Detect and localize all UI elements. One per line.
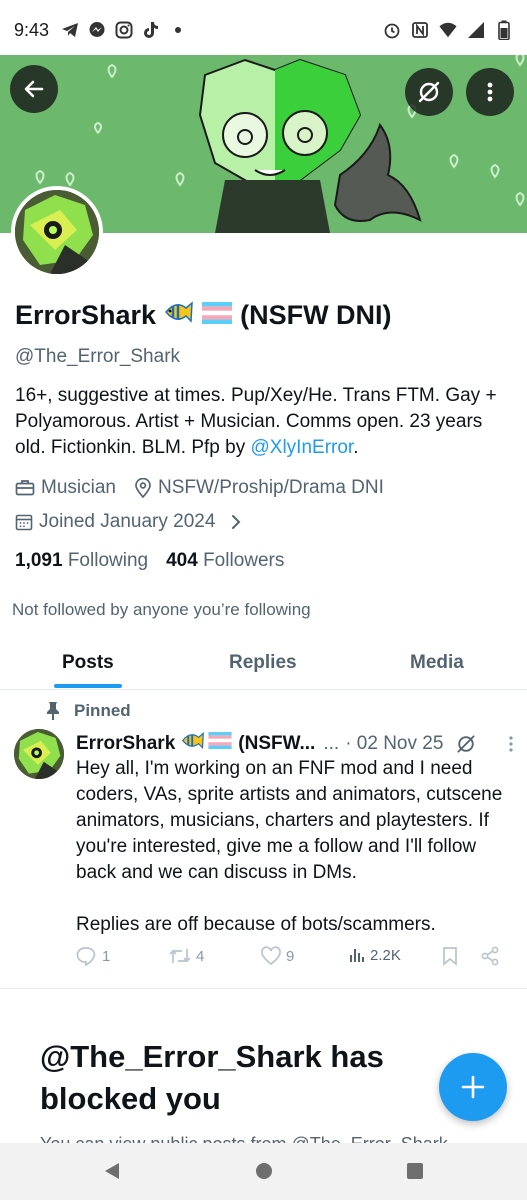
back-arrow-icon [24,80,44,98]
post-flag-emoji [208,732,232,755]
status-time: 9:43 [14,19,50,40]
location-pin-icon [135,478,151,498]
plus-icon [461,1075,485,1099]
following-count: 1,091 [15,550,63,571]
location-text: NSFW/Proship/Drama DNI [157,477,384,498]
grok-icon[interactable] [455,733,477,755]
tab-replies[interactable]: Replies [229,652,297,674]
share-button[interactable] [480,946,500,966]
calendar-icon [15,514,33,531]
grok-icon [418,81,440,103]
tab-posts[interactable]: Posts [62,652,114,674]
instagram-icon [115,21,133,39]
following-link[interactable]: 1,091 Following [15,550,148,572]
messenger-icon [88,21,106,39]
tab-media[interactable]: Media [410,652,464,674]
system-icons [383,20,513,40]
post-more-icon[interactable] [506,734,516,754]
reply-icon [76,947,96,966]
joined-text: Joined January 2024 [39,511,216,532]
grok-button[interactable] [405,68,453,116]
post-header: ErrorShark (NSFW... ... · 02 Nov 25 [76,731,516,756]
display-name-suffix: (NSFW DNI) [240,300,392,330]
briefcase-icon [15,480,35,496]
notification-icons [61,21,187,39]
following-label: Following [67,550,149,571]
heart-icon [261,946,281,966]
post-body-paragraph-2: Replies are off because of bots/scammers… [76,914,436,935]
more-vertical-icon [487,82,493,102]
bookmark-icon [443,947,457,966]
display-name-text: ErrorShark [15,300,157,330]
followers-link[interactable]: 404 Followers [166,550,284,572]
repost-count: 4 [196,947,205,965]
profile-handle: @The_Error_Shark [15,346,181,367]
status-bar: 9:43 [0,0,527,60]
tiktok-icon [142,21,160,39]
trans-flag-emoji [202,300,233,331]
bookmark-button[interactable] [441,946,459,966]
pinned-label: Pinned [44,701,131,721]
nav-back-icon [105,1163,119,1179]
nav-home-button[interactable] [252,1159,276,1183]
nav-recents-icon [407,1163,423,1179]
dot-icon [169,21,187,39]
view-count: 2.2K [370,946,401,964]
back-button[interactable] [10,65,58,113]
post-actions: 1 4 9 2.2K [76,946,506,974]
avatar-image [15,190,99,274]
repost-button[interactable]: 4 [168,946,204,966]
battery-icon [495,20,513,40]
post-author-name[interactable]: ErrorShark [76,733,175,755]
joined-row[interactable]: Joined January 2024 [15,511,243,533]
telegram-icon [61,21,79,39]
more-options-button[interactable] [466,68,514,116]
alarm-icon [383,21,401,39]
profile-display-name: ErrorShark (NSFW DNI) [15,300,392,331]
nfc-icon [411,21,429,39]
views-button[interactable]: 2.2K [348,946,401,964]
post-date: · 02 Nov 25 [345,732,444,754]
follow-counts: 1,091 Following 404 Followers [15,550,284,572]
wifi-icon [439,21,457,39]
post-fish-emoji [181,731,205,756]
bio-mention-link[interactable]: @XlyInError [251,437,354,458]
post-body-paragraph-1: Hey all, I'm working on an FNF mod and I… [76,758,503,883]
share-icon [481,946,499,966]
followers-label: Followers [203,550,285,571]
nav-recents-button[interactable] [403,1159,427,1183]
reply-count: 1 [102,947,111,965]
repost-icon [169,949,191,963]
profile-tabs: Posts Replies Media [0,640,527,690]
views-chart-icon [350,949,364,962]
like-button[interactable]: 9 [260,946,294,966]
post-author-avatar[interactable] [14,729,64,779]
post-author-suffix: (NSFW... [238,732,316,754]
post-body: Hey all, I'm working on an FNF mod and I… [76,756,516,938]
nav-back-button[interactable] [100,1159,124,1183]
signal-icon [467,21,485,39]
active-tab-indicator [54,684,122,688]
blocked-subtitle: You can view public posts from @The_Erro… [40,1134,448,1144]
profile-avatar[interactable] [11,186,103,278]
profession-text: Musician [41,477,116,498]
nav-home-icon [256,1163,272,1179]
post-divider [0,988,527,989]
post-ellipsis: ... [323,732,340,754]
compose-post-button[interactable] [439,1053,507,1121]
profile-bio: 16+, suggestive at times. Pup/Xey/He. Tr… [15,383,515,461]
like-count: 9 [286,947,295,965]
pinned-text: Pinned [74,701,131,720]
pin-icon [47,702,59,720]
system-navigation-bar [0,1143,527,1200]
not-followed-text: Not followed by anyone you’re following [12,600,311,619]
blocked-title: @The_Error_Shark has blocked you [40,1039,384,1116]
reply-button[interactable]: 1 [76,946,110,966]
chevron-right-icon [232,515,241,529]
tropical-fish-emoji [164,300,194,331]
bio-end: . [353,437,359,458]
followers-count: 404 [166,550,198,571]
profile-meta-row: Musician NSFW/Proship/Drama DNI [15,477,384,499]
